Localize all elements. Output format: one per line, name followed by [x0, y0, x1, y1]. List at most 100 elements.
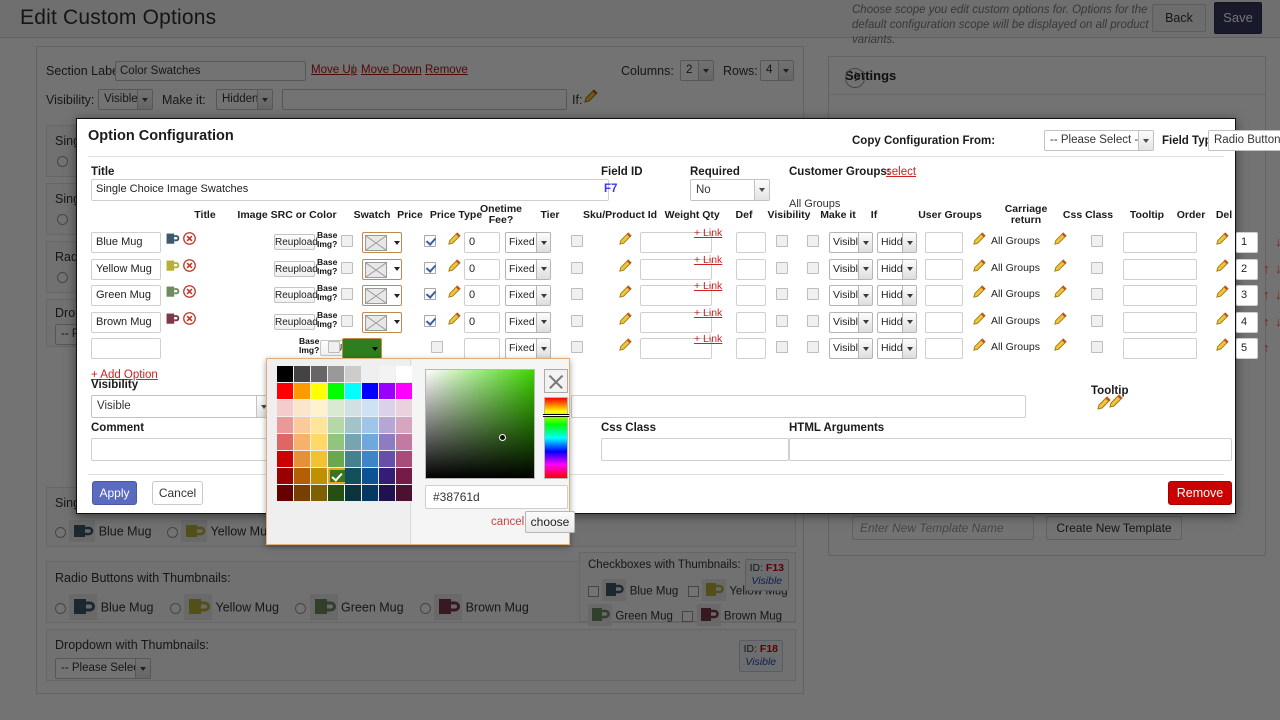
price-type-select[interactable]: Fixed: [505, 285, 551, 306]
swatch-checkbox[interactable]: [424, 288, 436, 300]
tooltip-pencil-icon[interactable]: [1215, 285, 1229, 300]
apply-button[interactable]: Apply: [92, 481, 137, 505]
qty-checkbox[interactable]: [776, 288, 788, 300]
palette-swatch[interactable]: [277, 417, 293, 433]
carriage-pencil-icon[interactable]: [1053, 338, 1067, 353]
tier-pencil-icon[interactable]: [618, 232, 632, 247]
palette-swatch[interactable]: [277, 400, 293, 416]
price-cell[interactable]: 0: [464, 285, 500, 306]
make-it-condition-input[interactable]: [571, 395, 1026, 418]
image-swatch-select[interactable]: [362, 232, 402, 253]
palette-swatch[interactable]: [362, 485, 378, 501]
price-type-select[interactable]: Fixed: [505, 312, 551, 333]
swatch-checkbox[interactable]: [424, 315, 436, 327]
palette-swatch[interactable]: [396, 383, 412, 399]
palette-swatch[interactable]: [328, 383, 344, 399]
palette-swatch[interactable]: [328, 417, 344, 433]
price-cell[interactable]: 0: [464, 259, 500, 280]
delete-option-icon[interactable]: [183, 285, 196, 298]
palette-swatch[interactable]: [311, 366, 327, 382]
row-visibility-select[interactable]: Visible: [829, 338, 873, 359]
palette-swatch[interactable]: [294, 400, 310, 416]
def-checkbox[interactable]: [807, 288, 819, 300]
palette-swatch[interactable]: [311, 468, 327, 484]
swatch-checkbox[interactable]: [424, 235, 436, 247]
html-arguments-input[interactable]: [789, 438, 1232, 461]
palette-swatch[interactable]: [294, 366, 310, 382]
tier-link[interactable]: + Link: [694, 307, 722, 319]
palette-swatch[interactable]: [311, 485, 327, 501]
tooltip-pencil-icon[interactable]: [1215, 259, 1229, 274]
palette-swatch[interactable]: [379, 400, 395, 416]
tier-link[interactable]: + Link: [694, 333, 722, 345]
base-img-checkbox[interactable]: [328, 341, 340, 353]
row-if-cell[interactable]: [925, 232, 963, 253]
weight-cell[interactable]: [736, 312, 766, 333]
base-img-checkbox[interactable]: [341, 262, 353, 274]
tier-pencil-icon[interactable]: [618, 285, 632, 300]
carriage-return-checkbox[interactable]: [1091, 262, 1103, 274]
palette-swatch[interactable]: [294, 434, 310, 450]
row-css-class[interactable]: [1123, 338, 1197, 359]
move-down-icon[interactable]: ↓: [1275, 288, 1280, 301]
base-img-checkbox[interactable]: [341, 235, 353, 247]
qty-checkbox[interactable]: [776, 341, 788, 353]
row-if-cell[interactable]: [925, 285, 963, 306]
row-order[interactable]: 5: [1236, 338, 1258, 359]
saturation-value-box[interactable]: [425, 369, 535, 479]
row-make-it-select[interactable]: Hidd: [877, 338, 917, 359]
palette-swatch[interactable]: [277, 366, 293, 382]
palette-swatch[interactable]: [396, 417, 412, 433]
tooltip-pencil-icon[interactable]: [1215, 312, 1229, 327]
palette-swatch[interactable]: [379, 366, 395, 382]
qty-checkbox[interactable]: [776, 315, 788, 327]
palette-swatch[interactable]: [362, 383, 378, 399]
upload-image-button[interactable]: Reupload: [274, 261, 315, 277]
tooltip-pencil-icon[interactable]: [1215, 338, 1229, 353]
palette-swatch[interactable]: [311, 383, 327, 399]
color-swatch-select[interactable]: [342, 338, 382, 359]
palette-swatch[interactable]: [311, 434, 327, 450]
weight-cell[interactable]: [736, 259, 766, 280]
palette-swatch[interactable]: [362, 366, 378, 382]
delete-option-icon[interactable]: [183, 259, 196, 272]
move-down-icon[interactable]: ↓: [1275, 235, 1280, 248]
sv-cursor[interactable]: [499, 434, 506, 441]
onetime-fee-checkbox[interactable]: [571, 235, 583, 247]
image-swatch-select[interactable]: [362, 285, 402, 306]
palette-swatch[interactable]: [396, 366, 412, 382]
price-type-select[interactable]: Fixed: [505, 259, 551, 280]
price-cell[interactable]: 0: [464, 232, 500, 253]
palette-swatch[interactable]: [396, 434, 412, 450]
delete-option-icon[interactable]: [183, 312, 196, 325]
close-icon[interactable]: [544, 369, 568, 393]
row-visibility-select[interactable]: Visible: [829, 232, 873, 253]
customer-groups-select-link[interactable]: select: [886, 166, 916, 178]
css-class-input[interactable]: [601, 438, 789, 461]
def-checkbox[interactable]: [807, 341, 819, 353]
comment-input[interactable]: [91, 438, 272, 461]
option-title-cell[interactable]: Green Mug: [91, 285, 161, 306]
carriage-pencil-icon[interactable]: [1053, 232, 1067, 247]
base-img-checkbox[interactable]: [341, 315, 353, 327]
swatch-checkbox[interactable]: [424, 262, 436, 274]
palette-swatch[interactable]: [362, 400, 378, 416]
palette-swatch[interactable]: [379, 468, 395, 484]
field-type-select[interactable]: Radio Buttons: [1208, 130, 1280, 151]
move-up-icon[interactable]: ↑: [1263, 262, 1270, 275]
palette-swatch[interactable]: [277, 383, 293, 399]
price-cell[interactable]: 0: [464, 312, 500, 333]
palette-swatch[interactable]: [328, 434, 344, 450]
user-groups-pencil-icon[interactable]: [972, 285, 986, 300]
option-title-input[interactable]: Single Choice Image Swatches: [91, 179, 609, 201]
palette-swatch[interactable]: [345, 485, 361, 501]
palette-swatch[interactable]: [311, 417, 327, 433]
palette-swatch[interactable]: [396, 485, 412, 501]
move-up-icon[interactable]: ↑: [1263, 315, 1270, 328]
image-swatch-select[interactable]: [362, 312, 402, 333]
palette-swatch[interactable]: [396, 451, 412, 467]
hue-slider-cursor[interactable]: [543, 414, 569, 417]
weight-cell[interactable]: [736, 232, 766, 253]
price-pencil-icon[interactable]: [447, 259, 461, 274]
palette-swatch[interactable]: [294, 485, 310, 501]
